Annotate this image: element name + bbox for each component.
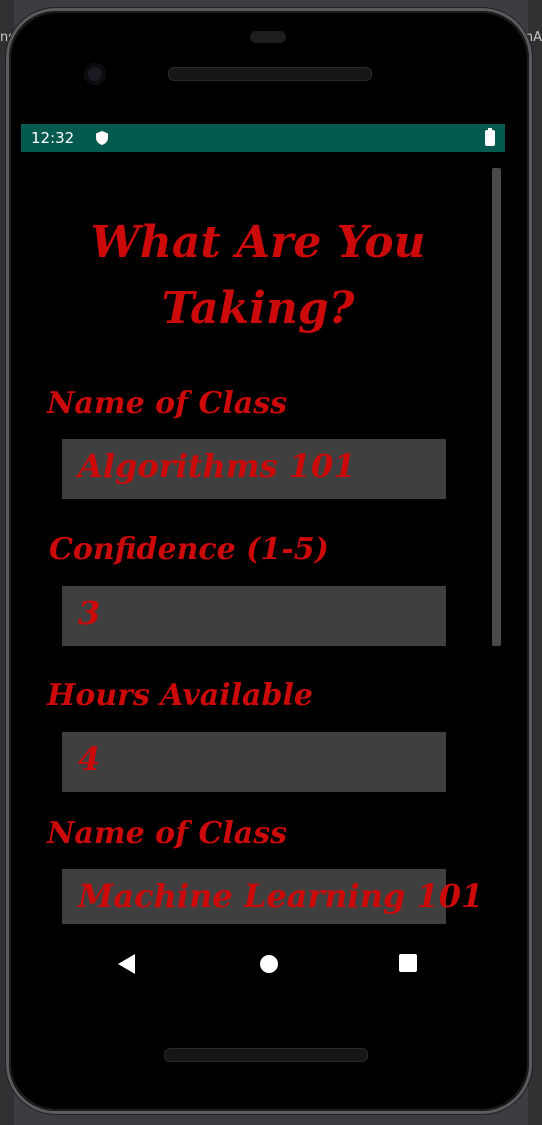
recents-icon[interactable] [399, 954, 417, 972]
hours-available-input[interactable]: 4 [62, 732, 446, 792]
confidence-value: 3 [78, 594, 101, 632]
class-name-input[interactable]: Algorithms 101 [62, 439, 446, 499]
hours-available-value: 4 [78, 740, 101, 778]
status-bar: 12:32 [21, 124, 505, 152]
back-icon[interactable] [118, 954, 135, 974]
hours-available-label: Hours Available [47, 678, 313, 713]
confidence-label: Confidence (1-5) [49, 532, 329, 567]
earpiece [250, 31, 286, 43]
scrollbar[interactable] [492, 168, 501, 646]
second-class-name-value: Machine Learning 101 [78, 877, 484, 915]
front-camera-icon [84, 63, 106, 85]
top-speaker [168, 67, 372, 81]
bottom-speaker [164, 1048, 368, 1062]
second-class-name-input[interactable]: Machine Learning 101 [62, 869, 483, 924]
class-name-label: Name of Class [47, 386, 287, 421]
class-name-value: Algorithms 101 [78, 447, 356, 485]
second-class-name-label: Name of Class [47, 816, 287, 851]
home-icon[interactable] [260, 955, 278, 973]
page-title: What Are You Taking? [90, 217, 426, 334]
navigation-bar [21, 932, 505, 992]
battery-icon [485, 128, 495, 146]
shield-icon [96, 131, 109, 145]
device-screen: 12:32 What Are You Taking? Name of Class… [21, 124, 505, 924]
confidence-input[interactable]: 3 [62, 586, 446, 646]
status-time: 12:32 [31, 129, 75, 147]
